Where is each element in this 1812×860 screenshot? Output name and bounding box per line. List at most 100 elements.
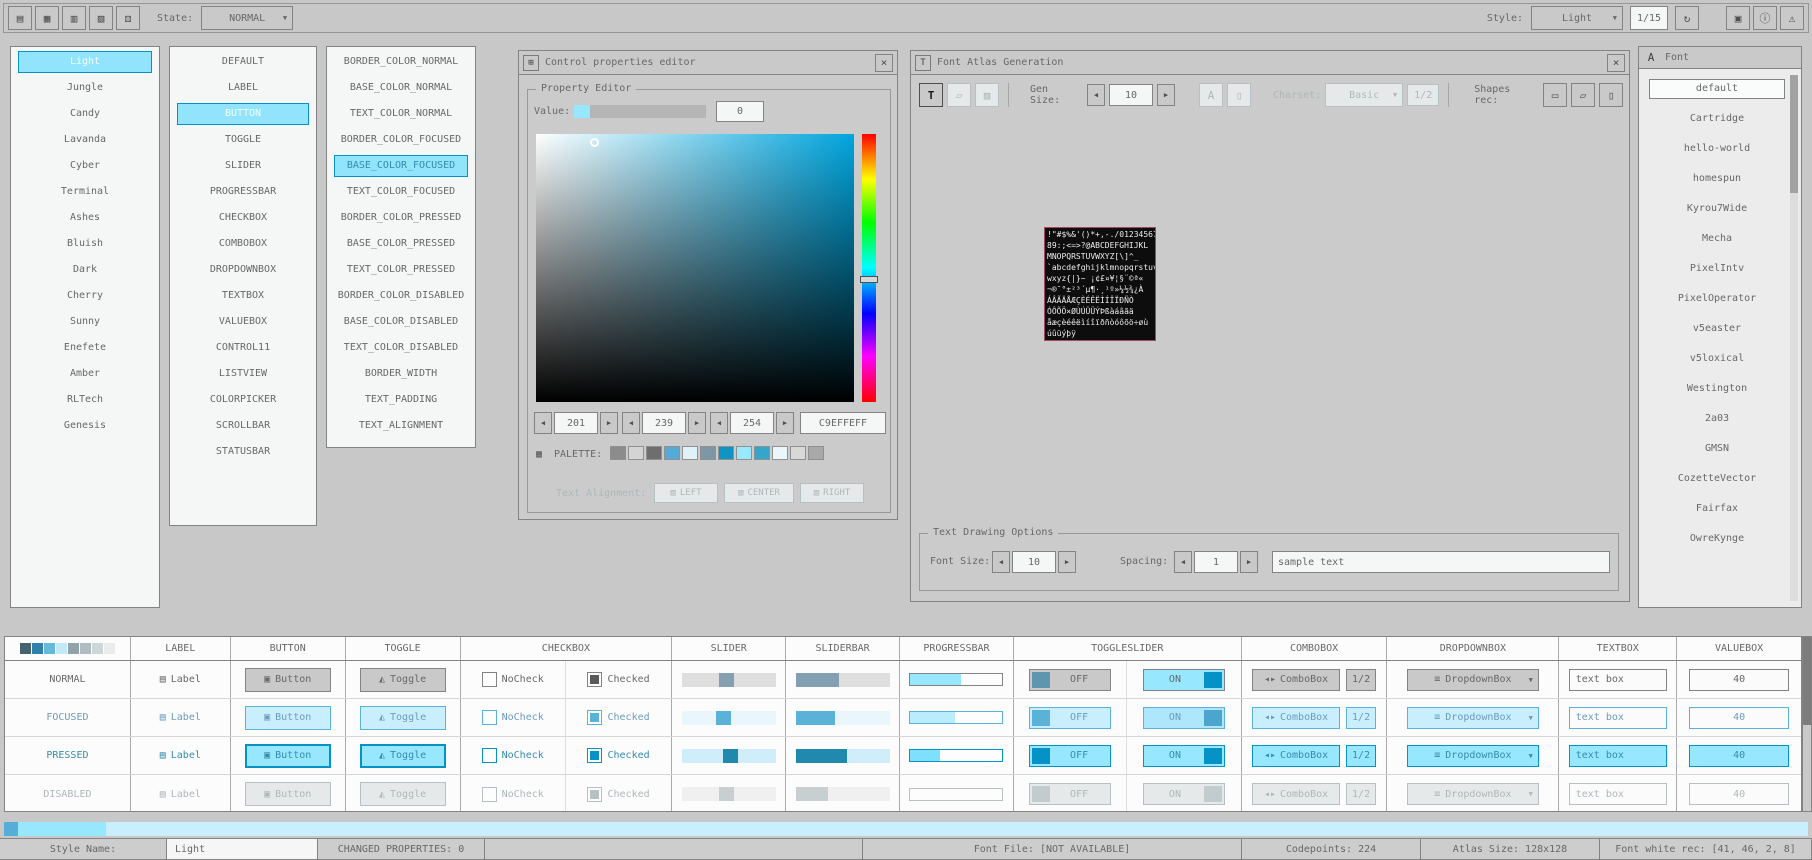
control-item[interactable]: COLORPICKER <box>177 389 309 411</box>
style-item[interactable]: Enefete <box>18 337 152 359</box>
property-item[interactable]: BORDER_COLOR_NORMAL <box>334 51 468 73</box>
increase-button[interactable]: ▶ <box>600 412 618 434</box>
textbox-control[interactable]: text box <box>1569 707 1667 729</box>
button-control[interactable]: ▣Button <box>245 744 331 768</box>
font-item[interactable]: default <box>1649 79 1785 99</box>
save-style-button[interactable]: ▥ <box>62 6 86 30</box>
combobox-control[interactable]: ◂▸ComboBox <box>1252 707 1340 729</box>
checkbox-unchecked[interactable] <box>482 710 497 725</box>
align-right-button[interactable]: ▥ RIGHT <box>800 483 864 503</box>
combobox-counter-button[interactable]: 1/2 <box>1346 669 1376 691</box>
hue-handle[interactable] <box>860 276 878 283</box>
palette-swatch[interactable] <box>718 446 734 460</box>
property-item[interactable]: BORDER_WIDTH <box>334 363 468 385</box>
checkbox-checked[interactable] <box>587 672 602 687</box>
property-item[interactable]: TEXT_PADDING <box>334 389 468 411</box>
font-item[interactable]: homespun <box>1649 169 1785 189</box>
property-item[interactable]: TEXT_ALIGNMENT <box>334 415 468 437</box>
gen-size-value[interactable]: 10 <box>1109 84 1153 106</box>
valuebox-control[interactable]: 40 <box>1689 707 1789 729</box>
palette-swatch[interactable] <box>772 446 788 460</box>
style-name-value[interactable]: Light <box>166 838 318 860</box>
control-item[interactable]: BUTTON <box>177 103 309 125</box>
dropdownbox-control[interactable]: ≡DropdownBox▼ <box>1407 707 1539 729</box>
font-item[interactable]: PixelOperator <box>1649 289 1785 309</box>
scrollbar-thumb[interactable] <box>1790 75 1798 193</box>
green-value[interactable]: 239 <box>642 412 686 434</box>
checkbox-unchecked[interactable] <box>482 672 497 687</box>
control-item[interactable]: LABEL <box>177 77 309 99</box>
font-item[interactable]: v5easter <box>1649 319 1785 339</box>
scrollbar-thumb[interactable] <box>1803 637 1811 725</box>
spacing-value[interactable]: 1 <box>1194 551 1238 573</box>
font-item[interactable]: Mecha <box>1649 229 1785 249</box>
property-item[interactable]: TEXT_COLOR_PRESSED <box>334 259 468 281</box>
palette-swatch[interactable] <box>682 446 698 460</box>
font-item[interactable]: GMSN <box>1649 439 1785 459</box>
state-dropdown[interactable]: NORMAL ▼ <box>201 6 293 30</box>
atlas-image-button[interactable]: ▨ <box>975 83 999 107</box>
toggle-control[interactable]: ◭Toggle <box>360 744 446 768</box>
value-slider[interactable] <box>574 105 706 118</box>
style-item[interactable]: Cyber <box>18 155 152 177</box>
palette-swatch[interactable] <box>700 446 716 460</box>
increase-button[interactable]: ▶ <box>688 412 706 434</box>
style-item[interactable]: Sunny <box>18 311 152 333</box>
property-item[interactable]: BASE_COLOR_FOCUSED <box>334 155 468 177</box>
table-vertical-scrollbar[interactable] <box>1802 636 1812 812</box>
control-item[interactable]: VALUEBOX <box>177 311 309 333</box>
value-box[interactable]: 0 <box>716 101 764 122</box>
control-item[interactable]: TOGGLE <box>177 129 309 151</box>
combobox-control[interactable]: ◂▸ComboBox <box>1252 745 1340 767</box>
button-control[interactable]: ▣Button <box>245 706 331 730</box>
style-item[interactable]: Light <box>18 51 152 73</box>
palette-swatch[interactable] <box>610 446 626 460</box>
sliderbar-control[interactable] <box>796 673 890 687</box>
about-button[interactable]: ⓘ <box>1753 6 1777 30</box>
blue-value[interactable]: 254 <box>730 412 774 434</box>
font-size-value[interactable]: 10 <box>1012 551 1056 573</box>
sliderbar-control[interactable] <box>796 711 890 725</box>
property-item[interactable]: TEXT_COLOR_NORMAL <box>334 103 468 125</box>
control-item[interactable]: CONTROL11 <box>177 337 309 359</box>
spacing-increase-button[interactable]: ▶ <box>1240 551 1258 573</box>
shapes-rec-clear-button[interactable]: ▯ <box>1599 83 1623 107</box>
scrollbar-thumb[interactable] <box>18 822 106 836</box>
property-item[interactable]: TEXT_COLOR_DISABLED <box>334 337 468 359</box>
font-item[interactable]: PixelIntv <box>1649 259 1785 279</box>
charset-dropdown[interactable]: Basic ▼ <box>1325 83 1403 107</box>
window-titlebar[interactable]: ⊞ Control properties editor × <box>519 51 897 75</box>
checkbox-unchecked[interactable] <box>482 748 497 763</box>
property-item[interactable]: BASE_COLOR_NORMAL <box>334 77 468 99</box>
font-item[interactable]: CozetteVector <box>1649 469 1785 489</box>
scrollbar-left-button[interactable] <box>4 822 18 836</box>
checkbox-checked[interactable] <box>587 748 602 763</box>
hex-value-box[interactable]: C9EFFEFF <box>800 412 886 434</box>
font-item[interactable]: Cartridge <box>1649 109 1785 129</box>
style-item[interactable]: Amber <box>18 363 152 385</box>
increase-button[interactable]: ▶ <box>776 412 794 434</box>
font-item[interactable]: v5loxical <box>1649 349 1785 369</box>
slider-handle[interactable] <box>716 711 731 725</box>
style-item[interactable]: Terminal <box>18 181 152 203</box>
property-item[interactable]: TEXT_COLOR_FOCUSED <box>334 181 468 203</box>
slider-handle[interactable] <box>719 673 734 687</box>
slider-control[interactable] <box>682 673 776 687</box>
slider-control[interactable] <box>682 749 776 763</box>
style-item[interactable]: Lavanda <box>18 129 152 151</box>
gen-size-increase-button[interactable]: ▶ <box>1157 84 1175 106</box>
property-item[interactable]: BORDER_COLOR_FOCUSED <box>334 129 468 151</box>
sliderbar-control[interactable] <box>796 749 890 763</box>
textbox-control[interactable]: text box <box>1569 745 1667 767</box>
control-item[interactable]: LISTVIEW <box>177 363 309 385</box>
combobox-counter-button[interactable]: 1/2 <box>1346 707 1376 729</box>
palette-swatch[interactable] <box>736 446 752 460</box>
style-item[interactable]: Candy <box>18 103 152 125</box>
font-item[interactable]: Westington <box>1649 379 1785 399</box>
slider-control[interactable] <box>682 711 776 725</box>
decrease-button[interactable]: ◀ <box>710 412 728 434</box>
dropdownbox-control[interactable]: ≡DropdownBox▼ <box>1407 745 1539 767</box>
valuebox-control[interactable]: 40 <box>1689 745 1789 767</box>
textbox-control[interactable]: text box <box>1569 669 1667 691</box>
control-item[interactable]: SLIDER <box>177 155 309 177</box>
